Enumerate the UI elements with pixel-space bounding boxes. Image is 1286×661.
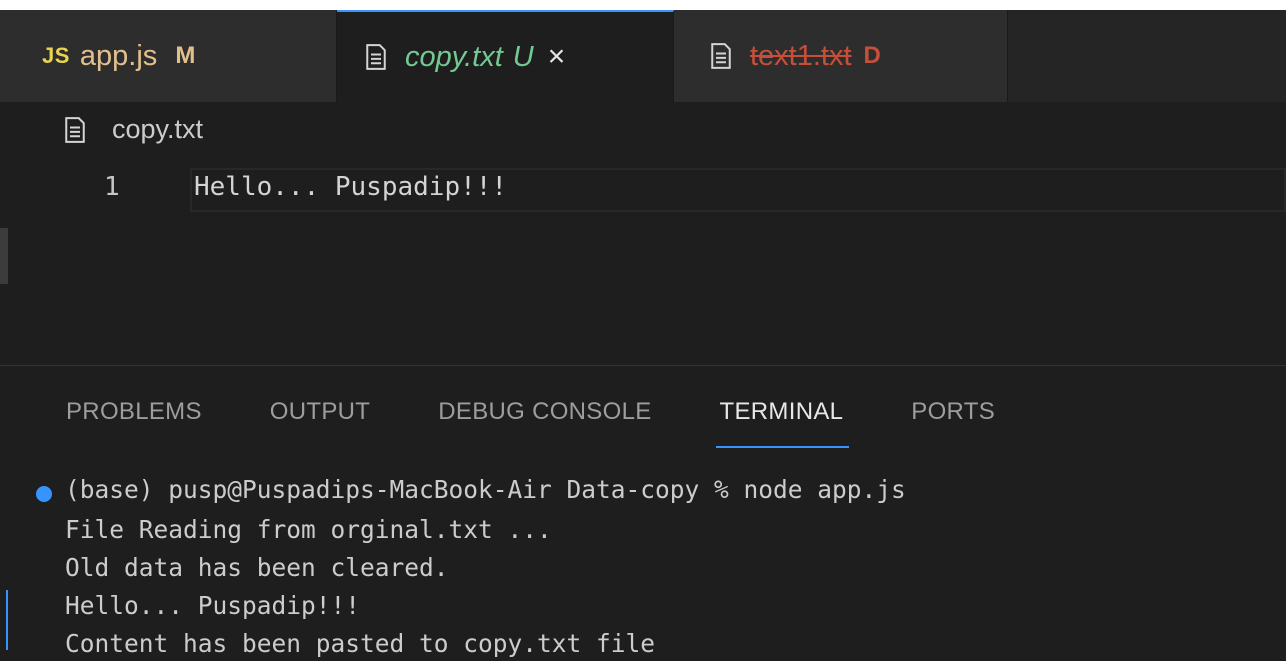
tab-text1-txt[interactable]: text1.txt D [674,10,1008,102]
top-strip [0,0,1286,10]
close-icon[interactable]: × [548,42,566,72]
modified-badge: M [175,42,196,69]
tab-label: copy.txt [405,40,503,73]
code-line[interactable]: Hello... Puspadip!!! [194,172,507,202]
editor-scrollbar[interactable] [0,228,8,284]
terminal-output-line: Hello... Puspadip!!! [65,591,361,620]
command-status-dot-icon[interactable] [36,486,52,502]
text-file-icon [366,44,386,70]
panel-divider[interactable] [0,365,1286,366]
tab-terminal[interactable]: TERMINAL [715,398,850,448]
terminal-command-line[interactable]: (base) pusp@Puspadips-MacBook-Air Data-c… [65,475,906,504]
panel-tab-bar: PROBLEMS OUTPUT DEBUG CONSOLE TERMINAL P… [66,398,1063,448]
tab-label: text1.txt [750,39,852,72]
breadcrumb-file[interactable]: copy.txt [112,114,203,145]
tab-output[interactable]: OUTPUT [270,398,370,426]
terminal-output-line: File Reading from orginal.txt ... [65,515,552,544]
tab-copy-txt[interactable]: copy.txt U × [337,10,674,102]
tab-label: app.js [79,39,158,72]
breadcrumb[interactable]: copy.txt [60,114,203,145]
terminal-output-line: Content has been pasted to copy.txt file [65,629,656,658]
terminal-scroll-marker [6,590,8,650]
text-file-icon [65,116,85,143]
editor-tab-bar: JS app.js M copy.txt U × text1.txt D [0,10,1286,102]
tab-debug-console[interactable]: DEBUG CONSOLE [438,398,651,426]
tab-ports[interactable]: PORTS [911,398,995,426]
javascript-file-icon: JS [42,43,70,68]
tab-app-js[interactable]: JS app.js M [0,10,337,102]
terminal-output-line: Old data has been cleared. [65,553,449,582]
deleted-badge: D [863,42,881,69]
untracked-badge: U [512,40,534,73]
text-file-icon [711,43,731,69]
tab-problems[interactable]: PROBLEMS [66,398,202,426]
line-number: 1 [104,172,120,202]
